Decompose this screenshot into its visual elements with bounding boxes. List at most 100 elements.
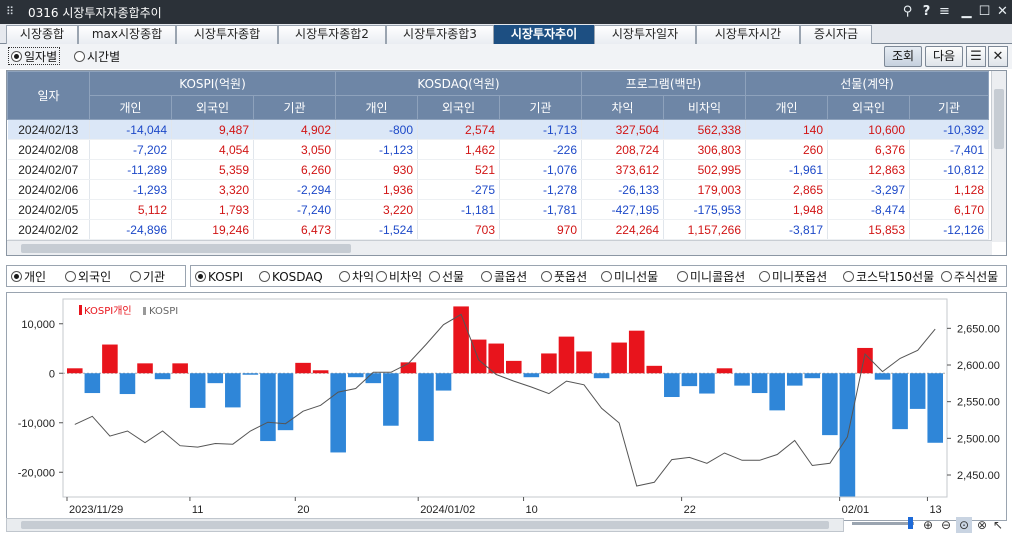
query-button[interactable]: 조회 — [884, 46, 922, 67]
table-cell: 1,462 — [417, 139, 500, 160]
screen-tab-bar: 시장종합 max시장종합 시장투자종합 시장투자종합2 시장투자종합3 시장투자… — [0, 24, 1012, 44]
table-cell: 562,338 — [663, 119, 746, 140]
col-header-0[interactable]: 개인 — [89, 95, 172, 120]
left-axis-tick-label: 10,000 — [21, 319, 55, 331]
group-header-kospi: KOSPI(억원) — [89, 71, 336, 96]
zoom-out-icon[interactable]: ⊖ — [938, 517, 954, 533]
minimize-icon[interactable]: ▁ — [958, 2, 975, 21]
by-date-radio[interactable]: 일자별 — [8, 47, 61, 65]
table-row[interactable]: 2024/02/13 -14,044 9,487 4,902 -800 2,574 -1,7… — [7, 119, 989, 140]
table-cell: 5,359 — [171, 159, 254, 180]
zoom-in-icon[interactable]: ⊕ — [920, 517, 936, 533]
col-header-date[interactable]: 일자 — [7, 71, 90, 120]
scroll-thumb[interactable] — [994, 89, 1004, 149]
zoom-fit-icon[interactable]: ⊙ — [956, 517, 972, 533]
menu-icon[interactable]: ≡ — [936, 2, 953, 21]
pin-icon[interactable]: ⚲ — [899, 2, 916, 21]
table-row[interactable]: 2024/02/05 5,112 1,793 -7,240 3,220 -1,181 -1,… — [7, 199, 989, 220]
col-header-7[interactable]: 비차익 — [663, 95, 746, 120]
market-radio-7[interactable]: 미니선물 — [601, 268, 658, 286]
chart-bar — [172, 363, 188, 374]
table-cell: 4,902 — [253, 119, 336, 140]
cell-date: 2024/02/05 — [7, 199, 90, 220]
col-header-3[interactable]: 개인 — [335, 95, 418, 120]
market-radio-10[interactable]: 코스닥150선물 — [843, 268, 934, 286]
chart-bar — [506, 360, 522, 374]
tab-market-investor-daily[interactable]: 시장투자일자 — [594, 25, 696, 44]
col-header-2[interactable]: 기관 — [253, 95, 336, 120]
tab-market-investor-summary-3[interactable]: 시장투자종합3 — [386, 25, 494, 44]
table-cell: 10,600 — [827, 119, 910, 140]
chart-bar — [909, 373, 926, 409]
chart-bar — [453, 306, 469, 374]
left-axis-tick-label: -10,000 — [18, 418, 55, 430]
table-row[interactable]: 2024/02/06 -1,293 3,320 -2,294 1,936 -275 -1,2… — [7, 179, 989, 200]
list-view-icon[interactable]: ☰ — [966, 46, 986, 67]
collapse-icon[interactable]: ✕ — [988, 46, 1008, 67]
chart-horizontal-scrollbar[interactable] — [6, 518, 844, 532]
table-cell: 306,803 — [663, 139, 746, 160]
by-time-radio[interactable]: 시간별 — [74, 48, 120, 66]
market-radio-4[interactable]: 선물 — [429, 268, 464, 286]
investor-radio-0[interactable]: 개인 — [11, 268, 46, 286]
market-radio-6[interactable]: 풋옵션 — [541, 268, 587, 286]
help-icon[interactable]: ? — [918, 2, 935, 21]
maximize-icon[interactable]: ☐ — [976, 2, 993, 21]
chart-bar — [154, 373, 171, 380]
tab-market-investor-trend[interactable]: 시장투자추이 — [494, 25, 594, 44]
col-header-5[interactable]: 기관 — [499, 95, 582, 120]
table-row[interactable]: 2024/02/02 -24,896 19,246 6,473 -1,524 703 970… — [7, 219, 989, 240]
radio-dot — [65, 271, 76, 282]
zoom-slider-handle[interactable] — [908, 517, 913, 529]
next-button[interactable]: 다음 — [925, 46, 963, 67]
chart-bar — [874, 373, 891, 380]
market-radio-9[interactable]: 미니풋옵션 — [759, 268, 827, 286]
table-cell: -7,240 — [253, 199, 336, 220]
market-radio-label: 주식선물 — [954, 270, 999, 284]
zoom-slider-track[interactable] — [852, 522, 914, 525]
close-icon[interactable]: ✕ — [994, 2, 1011, 21]
chart-bar — [119, 373, 136, 395]
grid-horizontal-scrollbar[interactable] — [7, 240, 992, 255]
market-radio-5[interactable]: 콜옵션 — [481, 268, 527, 286]
grid-vertical-scrollbar[interactable] — [991, 71, 1006, 242]
col-header-8[interactable]: 개인 — [745, 95, 828, 120]
col-header-9[interactable]: 외국인 — [827, 95, 910, 120]
col-header-10[interactable]: 기관 — [909, 95, 989, 120]
table-cell: 4,054 — [171, 139, 254, 160]
table-cell: -175,953 — [663, 199, 746, 220]
pointer-icon[interactable]: ↖ — [990, 517, 1006, 533]
tab-market-funds[interactable]: 증시자금 — [800, 25, 872, 44]
market-radio-2[interactable]: 차익 — [339, 268, 374, 286]
scroll-thumb[interactable] — [21, 521, 829, 529]
market-radio-label: KOSDAQ — [272, 270, 323, 284]
tab-market-investor-summary[interactable]: 시장투자종합 — [176, 25, 278, 44]
chart-bar — [418, 373, 434, 442]
tab-market-investor-time[interactable]: 시장투자시간 — [696, 25, 800, 44]
market-radio-label: 차익 — [352, 270, 375, 284]
market-radio-0[interactable]: KOSPI — [195, 268, 243, 286]
tab-market-investor-summary-2[interactable]: 시장투자종합2 — [278, 25, 386, 44]
market-radio-8[interactable]: 미니콜옵션 — [677, 268, 745, 286]
col-header-1[interactable]: 외국인 — [171, 95, 254, 120]
col-header-4[interactable]: 외국인 — [417, 95, 500, 120]
tab-max-market-summary[interactable]: max시장종합 — [78, 25, 176, 44]
table-row[interactable]: 2024/02/07 -11,289 5,359 6,260 930 521 -1,076 3… — [7, 159, 989, 180]
table-cell: -10,392 — [909, 119, 989, 140]
table-row[interactable]: 2024/02/08 -7,202 4,054 3,050 -1,123 1,462 -22… — [7, 139, 989, 160]
investor-trend-grid: 일자 KOSPI(억원) KOSDAQ(억원) 프로그램(백만) 선물(계약) … — [6, 70, 1007, 256]
investor-radio-1[interactable]: 외국인 — [65, 268, 111, 286]
market-radio-3[interactable]: 비차익 — [376, 268, 422, 286]
right-axis-tick-label: 2,600.00 — [957, 360, 1000, 372]
scroll-thumb[interactable] — [21, 244, 351, 253]
chart-canvas[interactable]: 10,000 0 -10,000 -20,000 2,650.00 2,600.00 2,5… — [7, 293, 1007, 517]
col-header-6[interactable]: 차익 — [581, 95, 664, 120]
market-radio-1[interactable]: KOSDAQ — [259, 268, 323, 286]
investor-radio-2[interactable]: 기관 — [130, 268, 165, 286]
market-radio-11[interactable]: 주식선물 — [941, 268, 998, 286]
window-grip-icon: ⠿ — [6, 5, 15, 18]
chart-bar — [751, 373, 768, 394]
tab-market-summary[interactable]: 시장종합 — [6, 25, 78, 44]
table-cell: 5,112 — [89, 199, 172, 220]
zoom-reset-icon[interactable]: ⊗ — [974, 517, 990, 533]
